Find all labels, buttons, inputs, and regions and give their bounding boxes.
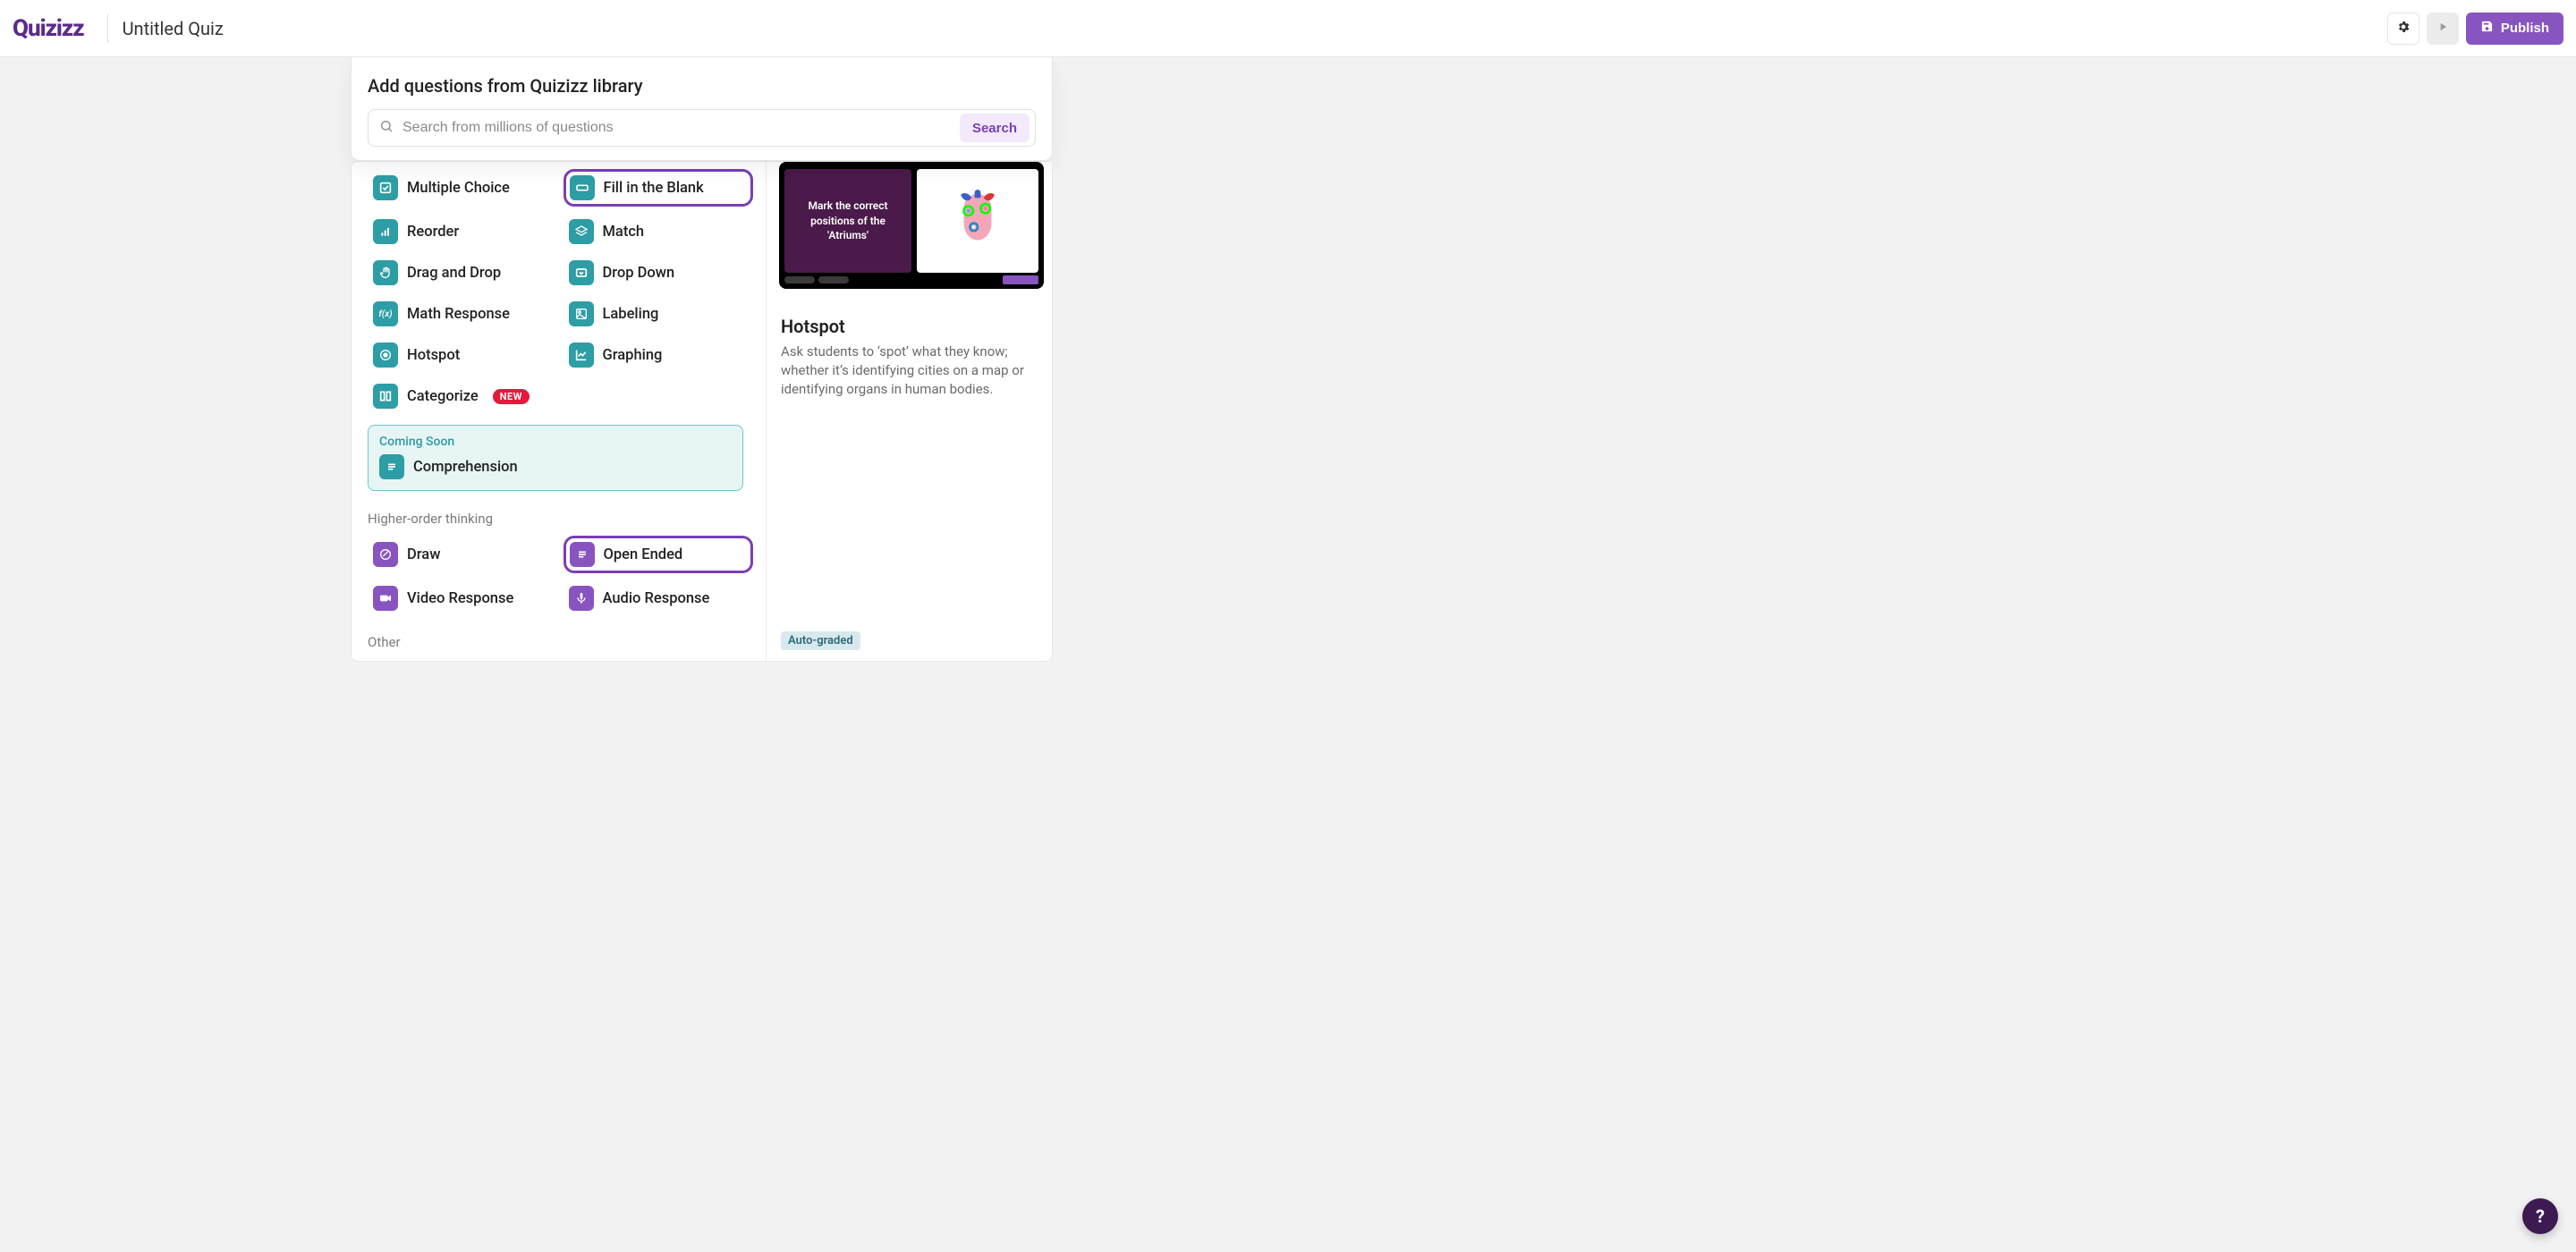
- type-comprehension[interactable]: Comprehension: [379, 454, 732, 479]
- type-slide[interactable]: Slide: [564, 659, 754, 661]
- blank-icon: [570, 175, 595, 200]
- section-higher-order: Higher-order thinking: [368, 511, 753, 527]
- search-button[interactable]: Search: [960, 114, 1030, 142]
- type-math-response[interactable]: f(x) Math Response: [368, 298, 558, 330]
- type-multiple-choice[interactable]: Multiple Choice: [368, 169, 558, 207]
- logo: Quizizz: [13, 15, 93, 42]
- library-dropdown: Add questions from Quizizz library Searc…: [351, 57, 1053, 161]
- mic-icon: [569, 586, 594, 611]
- type-label: Categorize: [407, 388, 479, 405]
- preview-title: Hotspot: [781, 316, 1038, 337]
- type-label: Audio Response: [603, 590, 710, 607]
- type-drop-down[interactable]: Drop Down: [564, 257, 754, 289]
- save-icon: [2480, 20, 2494, 37]
- coming-soon-box: Coming Soon Comprehension: [368, 425, 743, 491]
- gear-icon: [2396, 20, 2411, 37]
- search-input[interactable]: [402, 120, 951, 136]
- quiz-title[interactable]: Untitled Quiz: [123, 18, 224, 39]
- video-icon: [373, 586, 398, 611]
- preview-image: [917, 169, 1038, 273]
- settings-button[interactable]: [2387, 13, 2419, 45]
- type-poll[interactable]: Poll: [368, 659, 558, 661]
- coming-soon-label: Coming Soon: [379, 435, 732, 449]
- type-label: Open Ended: [604, 546, 683, 563]
- top-bar: Quizizz Untitled Quiz Publish: [0, 0, 2576, 57]
- preview-prompt: Mark the correct positions of the 'Atriu…: [784, 169, 911, 273]
- search-bar: Search: [368, 109, 1036, 147]
- layers-icon: [569, 219, 594, 244]
- type-labeling[interactable]: Labeling: [564, 298, 754, 330]
- type-label: Video Response: [407, 590, 513, 607]
- preview-frame: Mark the correct positions of the 'Atriu…: [779, 162, 1044, 289]
- type-video-response[interactable]: Video Response: [368, 582, 558, 614]
- type-label: Labeling: [603, 306, 659, 323]
- target-icon: [373, 343, 398, 368]
- type-match[interactable]: Match: [564, 216, 754, 248]
- publish-label: Publish: [2501, 21, 2549, 36]
- preview-play-button[interactable]: [2427, 13, 2459, 45]
- type-audio-response[interactable]: Audio Response: [564, 582, 754, 614]
- search-icon: [379, 119, 394, 137]
- play-icon: [2436, 21, 2449, 36]
- type-graphing[interactable]: Graphing: [564, 339, 754, 371]
- chart-icon: [569, 343, 594, 368]
- type-label: Comprehension: [413, 459, 518, 476]
- help-button[interactable]: ?: [2522, 1198, 2558, 1234]
- text-lines-icon: [570, 542, 595, 567]
- draw-icon: [373, 542, 398, 567]
- type-reorder[interactable]: Reorder: [368, 216, 558, 248]
- type-label: Multiple Choice: [407, 180, 510, 197]
- dropdown-icon: [569, 260, 594, 285]
- list-icon: [379, 454, 404, 479]
- bars-icon: [373, 219, 398, 244]
- type-preview: Mark the correct positions of the 'Atriu…: [766, 162, 1052, 661]
- hand-icon: [373, 260, 398, 285]
- publish-button[interactable]: Publish: [2466, 13, 2563, 45]
- label-icon: [569, 301, 594, 326]
- checkbox-icon: [373, 175, 398, 200]
- section-other: Other: [368, 634, 753, 650]
- divider: [107, 14, 108, 43]
- type-label: Fill in the Blank: [604, 180, 704, 197]
- type-label: Match: [603, 224, 645, 241]
- type-label: Draw: [407, 546, 440, 563]
- type-label: Reorder: [407, 224, 459, 241]
- type-fill-in-the-blank[interactable]: Fill in the Blank: [564, 169, 754, 207]
- type-label: Graphing: [603, 347, 663, 364]
- type-hotspot[interactable]: Hotspot: [368, 339, 558, 371]
- function-icon: f(x): [373, 301, 398, 326]
- type-label: Drop Down: [603, 265, 675, 282]
- type-drag-and-drop[interactable]: Drag and Drop: [368, 257, 558, 289]
- type-open-ended[interactable]: Open Ended: [564, 536, 754, 573]
- type-label: Drag and Drop: [407, 265, 501, 282]
- columns-icon: [373, 384, 398, 409]
- type-label: Hotspot: [407, 347, 460, 364]
- preview-description: Ask students to ‘spot’ what they know; w…: [781, 343, 1038, 399]
- question-types-panel: Multiple Choice Fill in the Blank Reorde…: [351, 161, 1053, 662]
- type-label: Math Response: [407, 306, 510, 323]
- type-draw[interactable]: Draw: [368, 536, 558, 573]
- new-badge: NEW: [493, 389, 530, 404]
- auto-graded-badge: Auto-graded: [781, 631, 860, 650]
- type-categorize[interactable]: Categorize NEW: [368, 380, 558, 412]
- dropdown-title: Add questions from Quizizz library: [368, 75, 1036, 97]
